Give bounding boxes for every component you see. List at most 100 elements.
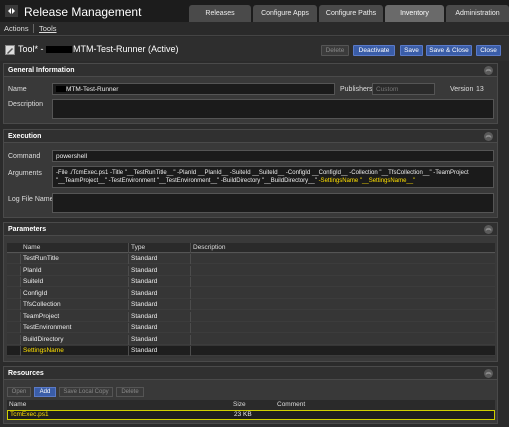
column-header-name[interactable]: Name <box>7 400 231 410</box>
name-label: Name <box>8 86 27 93</box>
parameter-name: BuildDirectory <box>21 334 129 345</box>
row-selector[interactable] <box>7 288 21 299</box>
tab-administration[interactable]: Administration <box>446 5 509 22</box>
collapse-icon[interactable]: ︽ <box>484 225 493 234</box>
log-file-name-label: Log File Name <box>8 196 54 203</box>
parameter-type: Standard <box>129 334 191 345</box>
deactivate-button[interactable]: Deactivate <box>353 45 395 56</box>
publishers-field[interactable]: Custom <box>372 83 435 95</box>
redacted-block <box>46 46 73 54</box>
table-row[interactable]: SuiteId Standard <box>7 277 495 287</box>
menu-actions[interactable]: Actions <box>4 24 29 33</box>
app-title: Release Management <box>24 5 142 19</box>
column-header-description[interactable]: Description <box>191 243 495 253</box>
section-title: Parameters <box>8 226 47 233</box>
table-row[interactable]: BuildDirectory Standard <box>7 334 495 345</box>
section-title: Resources <box>8 370 44 377</box>
resources-grid-header: Name Size Comment <box>7 400 495 410</box>
save-button[interactable]: Save <box>400 45 423 56</box>
parameter-name: SettingsName <box>21 346 129 356</box>
column-header-comment[interactable]: Comment <box>275 400 495 410</box>
delete-resource-button[interactable]: Delete <box>116 387 144 397</box>
open-button[interactable]: Open <box>7 387 31 397</box>
parameter-description <box>191 335 495 345</box>
parameter-description <box>191 346 495 356</box>
version-label: Version <box>450 86 474 93</box>
parameter-type: Standard <box>129 300 191 310</box>
parameter-type: Standard <box>129 288 191 299</box>
save-local-copy-button[interactable]: Save Local Copy <box>59 387 113 397</box>
parameter-name: SuiteId <box>21 277 129 287</box>
table-row[interactable]: TestRunTitle Standard <box>7 254 495 264</box>
parameter-type: Standard <box>129 323 191 333</box>
parameter-type: Standard <box>129 277 191 287</box>
row-selector[interactable] <box>7 265 21 276</box>
column-header-name[interactable]: Name <box>21 243 129 253</box>
parameter-description <box>191 254 495 264</box>
parameter-description <box>191 266 495 276</box>
row-selector[interactable] <box>7 311 21 322</box>
page-title: Tool* - MTM-Test-Runner (Active) <box>18 44 179 54</box>
parameter-description <box>191 300 495 310</box>
command-field[interactable]: powershell <box>52 150 494 162</box>
parameter-description <box>191 323 495 333</box>
add-button[interactable]: Add <box>34 387 56 397</box>
table-row[interactable]: TcmExec.ps1 23 KB <box>7 410 495 420</box>
page-title-suffix: MTM-Test-Runner (Active) <box>73 44 179 54</box>
column-header-size[interactable]: Size <box>231 400 275 410</box>
section-header <box>4 64 497 77</box>
delete-button[interactable]: Delete <box>321 45 349 56</box>
tab-releases[interactable]: Releases <box>189 5 251 22</box>
parameters-grid-body: TestRunTitle Standard PlanId Standard SuiteI… <box>7 254 495 358</box>
table-row[interactable]: PlanId Standard <box>7 265 495 276</box>
resource-name: TcmExec.ps1 <box>10 411 49 418</box>
tab-configure-paths[interactable]: Configure Paths <box>319 5 383 22</box>
parameter-description <box>191 289 495 299</box>
table-row[interactable]: TestEnvironment Standard <box>7 323 495 333</box>
arguments-line-2: "__TeamProject__" -TestEnvironment "__Te… <box>56 178 319 184</box>
parameter-name: PlanId <box>21 265 129 276</box>
table-row[interactable]: TfsCollection Standard <box>7 300 495 310</box>
close-button[interactable]: Close <box>476 45 501 56</box>
arguments-settings-name: -SettingsName "__SettingsName__" <box>318 178 416 184</box>
column-header-type[interactable]: Type <box>129 243 191 253</box>
name-field[interactable]: MTM-Test-Runner <box>52 83 335 95</box>
tab-inventory[interactable]: Inventory <box>385 5 444 22</box>
menu-divider <box>33 24 34 33</box>
description-field[interactable] <box>52 99 494 119</box>
parameter-name: TfsCollection <box>21 300 129 310</box>
section-header <box>4 223 497 236</box>
arguments-field[interactable]: -File ./TcmExec.ps1 -Title "__TestRunTit… <box>52 166 494 188</box>
menu-bar <box>0 22 509 36</box>
redacted-block <box>56 86 66 93</box>
arguments-line-1: -File ./TcmExec.ps1 -Title "__TestRunTit… <box>56 170 469 176</box>
save-and-close-button[interactable]: Save & Close <box>426 45 472 56</box>
parameter-name: TeamProject <box>21 311 129 322</box>
publishers-label: Publishers <box>340 86 373 93</box>
parameter-name: TestRunTitle <box>21 254 129 264</box>
table-row[interactable]: SettingsName Standard <box>7 346 495 356</box>
row-selector[interactable] <box>7 254 21 264</box>
menu-tools[interactable]: Tools <box>39 24 57 33</box>
row-selector[interactable] <box>7 300 21 310</box>
name-value: MTM-Test-Runner <box>66 86 119 93</box>
resource-comment <box>276 410 496 420</box>
section-title: General Information <box>8 67 75 74</box>
table-row[interactable]: TeamProject Standard <box>7 311 495 322</box>
collapse-icon[interactable]: ︽ <box>484 369 493 378</box>
row-selector[interactable] <box>7 334 21 345</box>
version-value: 13 <box>476 86 484 93</box>
row-selector[interactable] <box>7 277 21 287</box>
log-file-name-field[interactable] <box>52 193 494 213</box>
section-title: Execution <box>8 133 42 140</box>
parameter-type: Standard <box>129 254 191 264</box>
arguments-label: Arguments <box>8 170 42 177</box>
tool-icon <box>5 45 15 55</box>
row-selector[interactable] <box>7 346 21 356</box>
collapse-icon[interactable]: ︽ <box>484 132 493 141</box>
collapse-icon[interactable]: ︽ <box>484 66 493 75</box>
tab-configure-apps[interactable]: Configure Apps <box>253 5 317 22</box>
row-selector[interactable] <box>7 323 21 333</box>
table-row[interactable]: ConfigId Standard <box>7 288 495 299</box>
parameter-type: Standard <box>129 346 191 356</box>
